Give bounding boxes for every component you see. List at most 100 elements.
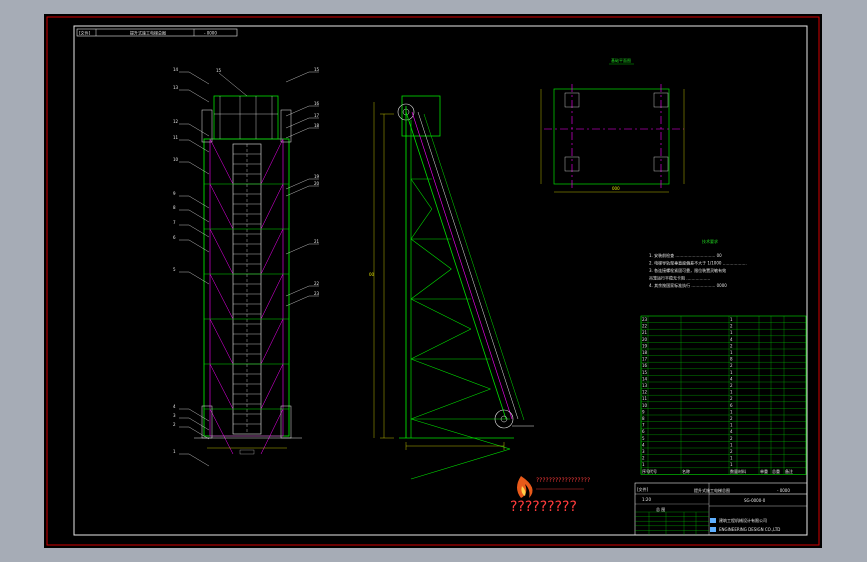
bom-cell: 17 — [642, 357, 648, 362]
front-view: 1413121110987654321 151617181920212223 1… — [173, 67, 320, 467]
watermark-small: ????????????????? — [536, 477, 590, 484]
callout-leader — [188, 71, 210, 85]
bom-cell: 1 — [730, 317, 733, 322]
bom-cell: 5 — [642, 436, 645, 441]
bom-cell: 2 — [730, 324, 733, 329]
front-callout-left: 2 — [173, 422, 176, 427]
callout-leader — [188, 209, 210, 223]
bom-cell: 1 — [730, 456, 733, 461]
side-view: 00 — [369, 95, 534, 480]
watermark: ????????????????? ????????? — [510, 476, 590, 515]
front-callout-left: 10 — [173, 157, 179, 162]
bill-of-materials: 23 122 221 120 419 218 117 816 215 114 413 212 111 21… — [640, 315, 807, 475]
side-brace — [410, 178, 433, 210]
front-callout-left: 14 — [173, 67, 179, 72]
front-callout-right: 21 — [314, 239, 320, 244]
frame-brace — [209, 183, 234, 230]
bom-cell: 1 — [642, 462, 645, 467]
frame-brace — [260, 408, 284, 455]
front-callout-left: 12 — [173, 119, 179, 124]
bom-cell: 2 — [730, 436, 733, 441]
bom-cell: 10 — [642, 403, 648, 408]
bom-cell: 14 — [642, 376, 648, 381]
callout-leader — [285, 295, 310, 307]
bom-header: 材料 — [738, 468, 746, 474]
watermark-text: ????????? — [510, 499, 577, 515]
frame-brace — [260, 318, 284, 365]
frame-brace — [260, 228, 284, 275]
callout-leader — [188, 161, 210, 175]
callout-leader — [188, 224, 210, 238]
bom-cell: 2 — [730, 396, 733, 401]
bom-cell: 1 — [730, 330, 733, 335]
title-block: [文件] 提升式施工电梯总图 - 0000 1:20 SG-0000-0 总 图… — [634, 482, 808, 536]
bom-cell: 4 — [730, 429, 733, 434]
bom-cell: 9 — [642, 409, 645, 414]
front-callout-right: 23 — [314, 291, 320, 296]
front-callout-left: 8 — [173, 205, 176, 210]
bom-cell: 6 — [642, 429, 645, 434]
title-bar-label: [文件] — [79, 30, 91, 36]
callout-leader — [285, 243, 310, 255]
title-block-sheet: 总 图 — [656, 506, 665, 512]
side-brace — [410, 208, 433, 240]
bom-cell: 2 — [730, 343, 733, 348]
front-callout-right: 17 — [314, 113, 320, 118]
bom-cell: 2 — [730, 449, 733, 454]
bom-cell: 8 — [642, 416, 645, 421]
front-top-callout: 15 — [216, 68, 222, 73]
bom-cell: 2 — [642, 456, 645, 461]
side-brace — [410, 268, 452, 300]
bom-cell: 1 — [730, 423, 733, 428]
frame-brace — [209, 228, 234, 275]
bom-cell: 15 — [642, 370, 648, 375]
bom-header: 数量 — [730, 468, 738, 474]
front-callout-right: 22 — [314, 281, 320, 286]
bom-header: 备注 — [785, 468, 793, 474]
title-block-drawing-no: SG-0000-0 — [744, 498, 766, 503]
bom-header: 单重 — [760, 468, 768, 474]
frame-brace — [260, 183, 284, 230]
side-brace — [410, 298, 472, 330]
bom-cell: 2 — [730, 416, 733, 421]
bom-cell: 8 — [730, 357, 733, 362]
company-logo-icon — [710, 518, 716, 523]
bom-cell: 1 — [730, 350, 733, 355]
tech-note-line: 2. 电梯导轨架垂直度偏差不大于 1/1000 ……………… — [649, 260, 747, 266]
plan-width-dim: 000 — [612, 186, 620, 191]
side-brace — [410, 418, 511, 450]
front-callout-left: 1 — [173, 449, 176, 454]
callout-leader — [285, 71, 310, 83]
front-callout-right: 19 — [314, 174, 320, 179]
tech-note-line: 1. 安装前检查 ………………………… 00 — [649, 252, 722, 258]
callout-leader — [188, 453, 210, 467]
side-height-dim: 00 — [369, 272, 375, 277]
callout-leader — [188, 239, 210, 253]
drawing-sheet: [文件] 提升式施工电梯总图 - 0000 14 13 12 11 10 9 8 7 6 5 4 3 2… — [44, 14, 822, 548]
title-block-company-1: 建筑工程机械设计有限公司 — [719, 517, 767, 523]
drawing-frame — [73, 25, 808, 536]
bom-cell: 1 — [730, 390, 733, 395]
side-brace — [410, 448, 511, 480]
callout-leader — [188, 408, 210, 422]
tech-notes-title: 技术要求 — [702, 238, 718, 244]
frame-brace — [260, 273, 284, 320]
bom-cell: 4 — [730, 337, 733, 342]
bom-cell: 2 — [730, 383, 733, 388]
side-brace — [410, 328, 472, 360]
title-block-drawing-name: 提升式施工电梯总图 — [694, 487, 730, 493]
callout-leader — [285, 117, 310, 129]
title-block-company-2: ENGINEERING DESIGN CO.,LTD — [719, 527, 780, 532]
front-callout-left: 6 — [173, 235, 176, 240]
bom-cell: 11 — [642, 396, 648, 401]
bom-cell: 6 — [730, 403, 733, 408]
top-title-bar: [文件] 提升式施工电梯总图 - 0000 — [76, 28, 238, 37]
front-callout-right: 20 — [314, 181, 320, 186]
front-callout-left: 3 — [173, 413, 176, 418]
bom-cell: 23 — [642, 317, 648, 322]
callout-leader — [285, 285, 310, 297]
cad-drawing: [文件] 提升式施工电梯总图 - 0000 141312111098765432… — [46, 16, 820, 546]
bom-header: 代号 — [649, 468, 657, 474]
bom-cell: 12 — [642, 390, 648, 395]
bom-cell: 4 — [642, 442, 645, 447]
